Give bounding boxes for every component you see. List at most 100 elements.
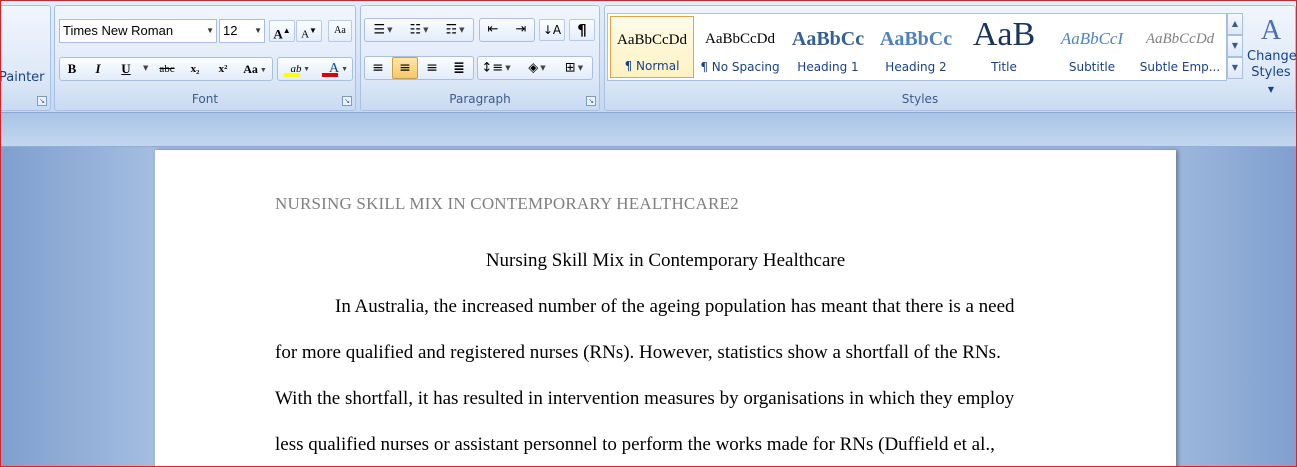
- font-group-label: Font: [191, 92, 219, 106]
- style-sample: AaBbCcDd: [617, 32, 687, 48]
- font-launcher-icon[interactable]: ↘: [342, 96, 352, 106]
- gallery-more-icon[interactable]: ▼: [1227, 57, 1243, 79]
- font-size-combo[interactable]: 12 ▼: [219, 19, 265, 43]
- style-name: Title: [991, 60, 1017, 74]
- style-name: Heading 1: [797, 60, 859, 74]
- paragraph-group-label: Paragraph: [449, 92, 511, 106]
- show-formatting-button[interactable]: ¶: [569, 19, 595, 41]
- bullets-button[interactable]: ☰ ▼: [366, 19, 400, 41]
- style-normal[interactable]: AaBbCcDd ¶ Normal: [610, 16, 694, 78]
- align-right-button[interactable]: ≡: [420, 57, 444, 79]
- clear-formatting-button[interactable]: Aa: [328, 20, 352, 42]
- change-styles-label-2: Styles ▼: [1251, 65, 1291, 94]
- justify-icon: ≣: [453, 60, 465, 76]
- change-case-icon: Aa: [243, 62, 258, 76]
- shrink-font-icon: A: [301, 28, 310, 41]
- style-subtitle[interactable]: AaBbCcI Subtitle: [1050, 16, 1134, 78]
- style-sample: AaBbCcI: [1060, 29, 1124, 48]
- document-page[interactable]: NURSING SKILL MIX IN CONTEMPORARY HEALTH…: [155, 150, 1176, 466]
- bullet-list-icon: ☰: [373, 22, 386, 38]
- shading-button[interactable]: ◈ ▼: [519, 57, 555, 79]
- page-header: NURSING SKILL MIX IN CONTEMPORARY HEALTH…: [275, 194, 739, 213]
- style-sample: AaBbCcDd: [705, 31, 775, 47]
- style-name: Heading 2: [885, 60, 947, 74]
- format-painter-button[interactable]: Painter: [1, 70, 45, 85]
- font-color-bar: [322, 73, 338, 77]
- gallery-scroll-down-icon[interactable]: ▼: [1227, 35, 1243, 57]
- grow-font-button[interactable]: A▲: [269, 20, 295, 42]
- line-spacing-icon: ↕≡: [481, 60, 504, 76]
- body-line: less qualified nurses or assistant perso…: [275, 434, 995, 455]
- align-center-button[interactable]: ≡: [392, 57, 418, 79]
- style-sample: AaBbCc: [879, 28, 953, 50]
- body-line: With the shortfall, it has resulted in i…: [275, 388, 1015, 409]
- borders-button[interactable]: ⊞ ▼: [557, 57, 591, 79]
- multilevel-list-icon: ☶: [445, 22, 458, 38]
- strikethrough-button[interactable]: abc: [153, 58, 181, 80]
- numbered-list-icon: ☷: [409, 22, 422, 38]
- style-name: Subtle Emp...: [1139, 60, 1221, 74]
- document-title: Nursing Skill Mix in Contemporary Health…: [485, 250, 846, 271]
- align-left-button[interactable]: ≡: [366, 57, 390, 79]
- decrease-indent-button[interactable]: ⇤: [481, 19, 505, 41]
- paragraph-group: ☰ ▼ ☷ ▼ ☶ ▼ ⇤ ⇥ ↓A ¶ ≡ ≡ ≡ ≣ ↕≡ ▼ ◈ ▼ ⊞ …: [360, 5, 600, 111]
- change-styles-button[interactable]: A Change Styles ▼: [1247, 13, 1297, 94]
- borders-icon: ⊞: [564, 60, 576, 76]
- justify-button[interactable]: ≣: [446, 57, 472, 79]
- ribbon: Painter ↘ Times New Roman ▼ 12 ▼ A▲ A▼ A…: [1, 1, 1297, 113]
- body-line: for more qualified and registered nurses…: [275, 342, 1001, 363]
- change-styles-icon: A: [1260, 15, 1282, 46]
- italic-button[interactable]: I: [87, 58, 109, 80]
- style-heading-2[interactable]: AaBbCc Heading 2: [874, 16, 958, 78]
- pilcrow-icon: ¶: [577, 21, 587, 39]
- style-sample: AaB: [972, 18, 1036, 52]
- style-name: ¶ Normal: [624, 59, 680, 73]
- font-color-button[interactable]: A ▼: [317, 58, 351, 80]
- underline-dropdown-icon[interactable]: ▼: [143, 64, 148, 72]
- grow-font-icon: A: [273, 26, 283, 42]
- paint-bucket-icon: ◈: [528, 60, 539, 76]
- styles-gallery: AaBbCcDd ¶ Normal AaBbCcDd ¶ No Spacing …: [607, 13, 1227, 81]
- align-center-icon: ≡: [399, 60, 411, 76]
- styles-gallery-scroll: ▲ ▼ ▼: [1227, 13, 1243, 81]
- increase-indent-icon: ⇥: [515, 22, 527, 37]
- paragraph-launcher-icon[interactable]: ↘: [586, 96, 596, 106]
- style-no-spacing[interactable]: AaBbCcDd ¶ No Spacing: [698, 16, 782, 78]
- body-line: In Australia, the increased number of th…: [335, 296, 1015, 317]
- clear-formatting-icon: Aa: [334, 25, 346, 36]
- text-highlight-button[interactable]: ab ▼: [279, 58, 313, 80]
- align-right-icon: ≡: [426, 60, 438, 76]
- ruler-area: [1, 113, 1296, 147]
- gallery-scroll-up-icon[interactable]: ▲: [1227, 13, 1243, 35]
- multilevel-list-button[interactable]: ☶ ▼: [438, 19, 472, 41]
- style-title[interactable]: AaB Title: [962, 16, 1046, 78]
- underline-button[interactable]: U: [115, 58, 137, 80]
- increase-indent-button[interactable]: ⇥: [509, 19, 533, 41]
- line-spacing-button[interactable]: ↕≡ ▼: [479, 57, 513, 79]
- align-left-icon: ≡: [372, 60, 384, 76]
- styles-group-label: Styles: [901, 92, 939, 106]
- change-case-button[interactable]: Aa ▼: [239, 58, 271, 80]
- word-window: Painter ↘ Times New Roman ▼ 12 ▼ A▲ A▼ A…: [0, 0, 1297, 467]
- chevron-down-icon[interactable]: ▼: [254, 20, 262, 42]
- superscript-button[interactable]: x²: [211, 58, 235, 80]
- subscript-button[interactable]: x₂: [183, 58, 207, 80]
- chevron-down-icon[interactable]: ▼: [206, 20, 214, 42]
- style-sample: AaBbCc: [791, 28, 865, 50]
- decrease-indent-icon: ⇤: [487, 22, 499, 37]
- font-name-combo[interactable]: Times New Roman ▼: [59, 19, 217, 43]
- shrink-font-button[interactable]: A▼: [296, 20, 322, 42]
- bold-button[interactable]: B: [61, 58, 83, 80]
- highlight-color-bar: [284, 73, 300, 77]
- clipboard-launcher-icon[interactable]: ↘: [37, 96, 47, 106]
- font-group: Times New Roman ▼ 12 ▼ A▲ A▼ Aa B I U ▼ …: [54, 5, 356, 111]
- change-styles-label-1: Change: [1247, 49, 1297, 64]
- clipboard-group: Painter ↘: [1, 5, 51, 111]
- font-name-value: Times New Roman: [63, 23, 174, 38]
- style-subtle-emphasis[interactable]: AaBbCcDd Subtle Emp...: [1138, 16, 1222, 78]
- numbering-button[interactable]: ☷ ▼: [402, 19, 436, 41]
- font-size-value: 12: [223, 23, 238, 38]
- sort-button[interactable]: ↓A: [539, 19, 565, 41]
- style-heading-1[interactable]: AaBbCc Heading 1: [786, 16, 870, 78]
- style-name: Subtitle: [1068, 60, 1116, 74]
